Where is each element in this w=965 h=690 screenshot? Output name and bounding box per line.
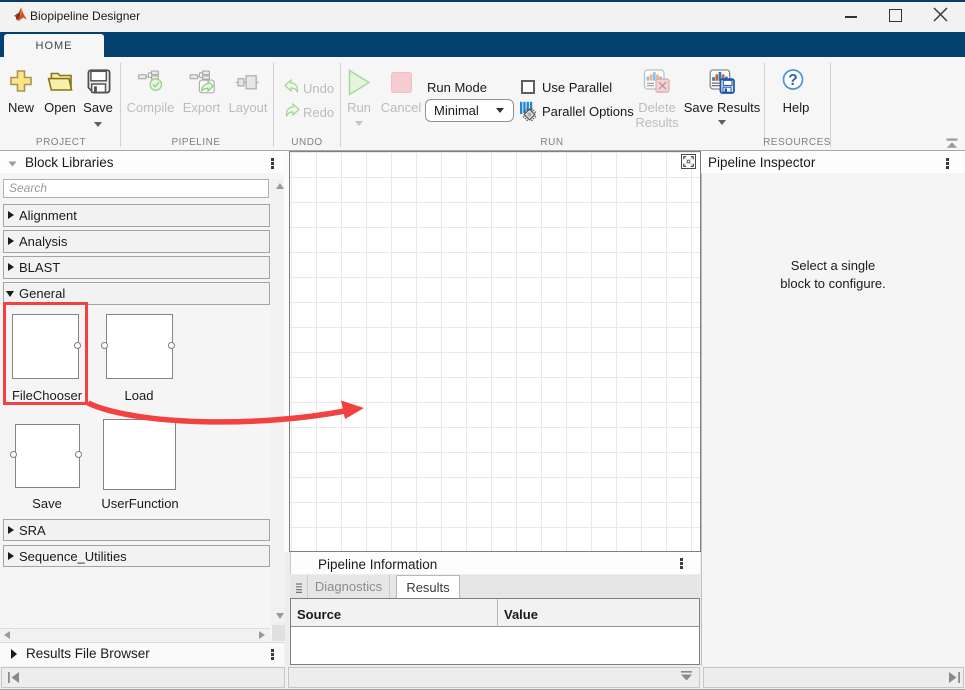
svg-text:?: ? [788, 72, 797, 89]
